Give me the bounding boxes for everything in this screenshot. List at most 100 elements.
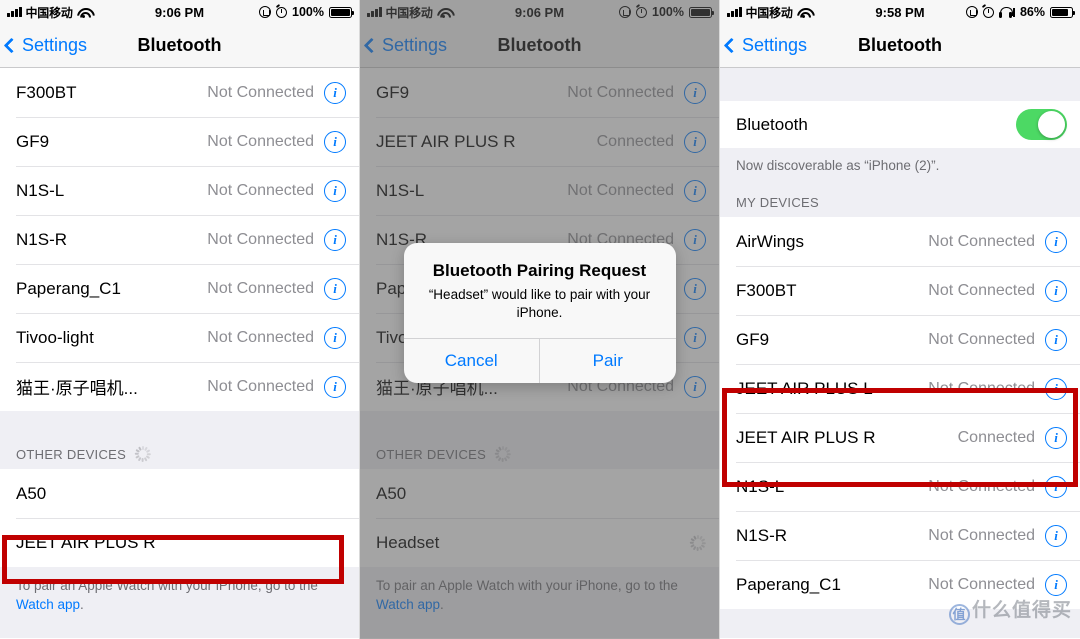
info-icon[interactable]: i (324, 179, 346, 202)
bluetooth-pairing-dialog: Bluetooth Pairing Request “Headset” woul… (403, 243, 676, 383)
info-icon[interactable]: i (324, 277, 346, 300)
my-devices-label: MY DEVICES (736, 195, 819, 210)
row-right: Not Connected i (207, 130, 346, 153)
top-spacer (720, 68, 1080, 101)
device-status: Not Connected (207, 328, 314, 346)
footer-text-before: To pair an Apple Watch with your iPhone,… (16, 578, 318, 593)
device-name: GF9 (16, 131, 50, 151)
device-status: Connected (957, 428, 1035, 446)
table-row[interactable]: N1S-R Not Connected i (720, 511, 1080, 560)
table-row[interactable]: GF9 Not Connected i (0, 117, 359, 166)
row-right: Not Connected i (928, 573, 1067, 596)
table-row[interactable]: F300BT Not Connected i (0, 68, 359, 117)
device-status: Not Connected (928, 281, 1035, 299)
table-row[interactable]: GF9 Not Connected i (720, 315, 1080, 364)
device-name: JEET AIR PLUS R (736, 427, 876, 447)
dialog-title: Bluetooth Pairing Request (432, 261, 647, 280)
activity-spinner-icon (135, 446, 152, 462)
table-row[interactable]: N1S-R Not Connected i (0, 215, 359, 264)
wifi-icon (797, 7, 811, 18)
row-right: Not Connected i (207, 81, 346, 104)
row-right: Not Connected i (928, 328, 1067, 351)
device-name: F300BT (736, 280, 797, 300)
device-name: F300BT (16, 82, 77, 102)
bluetooth-toggle-row[interactable]: Bluetooth (720, 101, 1080, 148)
row-right: Not Connected i (207, 228, 346, 251)
info-icon[interactable]: i (324, 375, 346, 398)
info-icon[interactable]: i (1045, 475, 1067, 498)
info-icon[interactable]: i (1045, 328, 1067, 351)
device-name: N1S-L (736, 476, 785, 496)
device-status: Not Connected (928, 232, 1035, 250)
device-name: JEET AIR PLUS R (16, 532, 156, 552)
device-status: Not Connected (207, 83, 314, 101)
info-icon[interactable]: i (324, 228, 346, 251)
device-name: A50 (16, 483, 47, 503)
pair-button[interactable]: Pair (539, 339, 676, 383)
row-right: Not Connected i (207, 277, 346, 300)
carrier-label: 中国移动 (25, 5, 73, 20)
rotation-lock-icon (259, 6, 272, 18)
chevron-left-icon (723, 37, 740, 54)
info-icon[interactable]: i (1045, 279, 1067, 302)
table-row[interactable]: Paperang_C1 Not Connected i (720, 560, 1080, 609)
table-row[interactable]: JEET AIR PLUS R Connected i (720, 413, 1080, 462)
bluetooth-toggle[interactable] (1016, 109, 1067, 140)
info-icon[interactable]: i (1045, 377, 1067, 400)
table-row[interactable]: AirWings Not Connected i (720, 217, 1080, 266)
info-icon[interactable]: i (1045, 573, 1067, 596)
cancel-button[interactable]: Cancel (404, 339, 540, 383)
table-row[interactable]: F300BT Not Connected i (720, 266, 1080, 315)
device-name: 猫王·原子唱机... (16, 379, 138, 398)
battery-icon (329, 6, 355, 18)
info-icon[interactable]: i (324, 130, 346, 153)
dialog-actions: Cancel Pair (403, 338, 676, 383)
row-right: Not Connected i (928, 377, 1067, 400)
status-bar-right: 100% (259, 5, 355, 19)
table-row[interactable]: Tivoo-light Not Connected i (0, 313, 359, 362)
device-name: Tivoo-light (16, 327, 94, 347)
info-icon[interactable]: i (1045, 524, 1067, 547)
device-status: Not Connected (928, 526, 1035, 544)
back-label: Settings (742, 35, 808, 55)
phone-screen-left: 中国移动 9:06 PM 100% Settings Bluetooth F30… (0, 0, 360, 639)
info-icon[interactable]: i (1045, 426, 1067, 449)
device-status: Not Connected (207, 132, 314, 150)
other-devices-header: OTHER DEVICES (0, 411, 359, 469)
other-devices-label: OTHER DEVICES (16, 447, 127, 462)
table-row[interactable]: Paperang_C1 Not Connected i (0, 264, 359, 313)
row-right: Not Connected i (928, 279, 1067, 302)
alarm-clock-icon (982, 6, 994, 18)
device-name: JEET AIR PLUS L (736, 378, 873, 398)
wifi-icon (77, 7, 91, 18)
back-to-settings-button[interactable]: Settings (720, 35, 807, 56)
battery-icon (1050, 6, 1076, 18)
table-row[interactable]: N1S-L Not Connected i (0, 166, 359, 215)
screenshot-stage: 中国移动 9:06 PM 100% Settings Bluetooth F30… (0, 0, 1080, 639)
table-row[interactable]: JEET AIR PLUS L Not Connected i (720, 364, 1080, 413)
headphones-icon (998, 6, 1013, 18)
table-row[interactable]: JEET AIR PLUS R (0, 518, 359, 567)
table-row[interactable]: N1S-L Not Connected i (720, 462, 1080, 511)
back-to-settings-button[interactable]: Settings (0, 35, 87, 56)
table-row[interactable]: A50 (0, 469, 359, 518)
status-bar: 中国移动 9:06 PM 100% (0, 0, 359, 24)
table-row[interactable]: 猫王·原子唱机... Not Connected i (0, 362, 359, 411)
footer-text-after: . (80, 597, 84, 612)
my-devices-list: F300BT Not Connected i GF9 Not Connected… (0, 68, 359, 411)
device-name: Paperang_C1 (16, 278, 121, 298)
my-devices-header: MY DEVICES (720, 173, 1080, 217)
dialog-body: Bluetooth Pairing Request “Headset” woul… (404, 243, 676, 338)
info-icon[interactable]: i (1045, 230, 1067, 253)
settings-scroll-area[interactable]: Bluetooth Now discoverable as “iPhone (2… (720, 68, 1080, 638)
settings-scroll-area[interactable]: F300BT Not Connected i GF9 Not Connected… (0, 68, 359, 638)
my-devices-list: AirWings Not Connected i F300BT Not Conn… (720, 217, 1080, 609)
phone-screen-middle: 中国移动 9:06 PM 100% Settings Bluetooth GF9 (360, 0, 720, 639)
signal-bars-icon (7, 7, 22, 17)
info-icon[interactable]: i (324, 81, 346, 104)
watch-app-link[interactable]: Watch app (16, 597, 80, 612)
status-bar-left: 中国移动 (727, 4, 811, 21)
bluetooth-label: Bluetooth (736, 114, 808, 134)
info-icon[interactable]: i (324, 326, 346, 349)
device-status: Not Connected (207, 377, 314, 395)
